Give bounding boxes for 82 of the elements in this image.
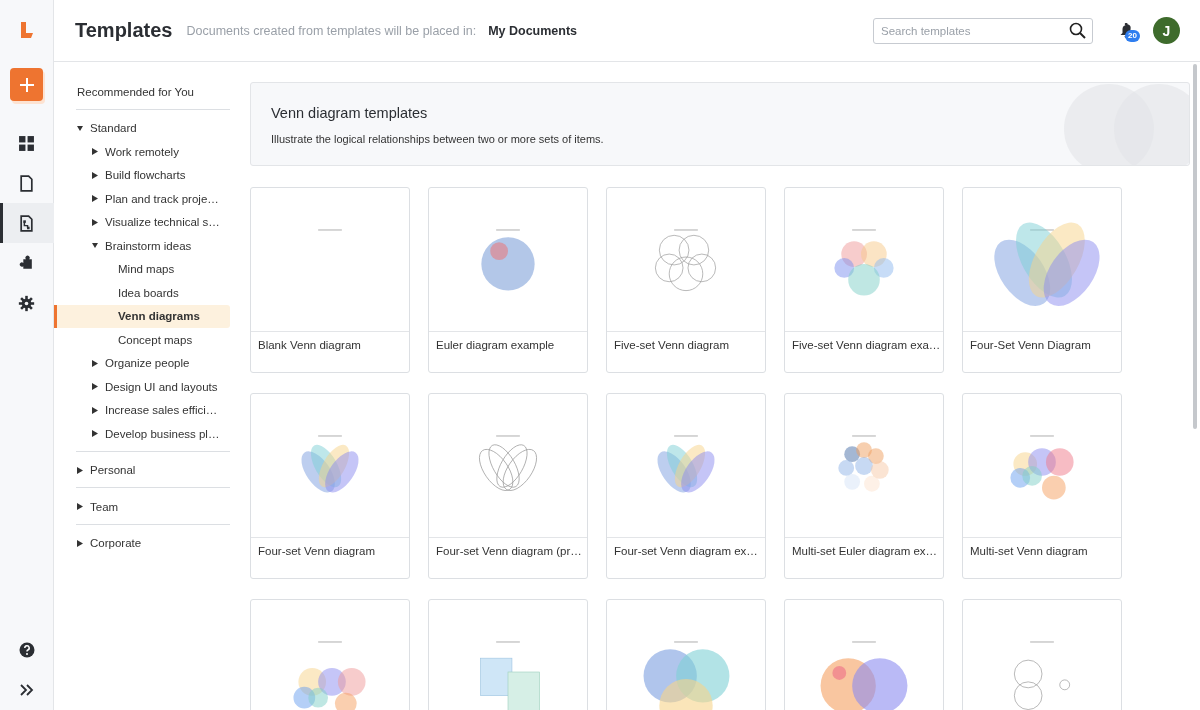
banner-title: Venn diagram templates: [271, 105, 429, 121]
banner-description: Illustrate the logical relationships between two or more sets of items.: [271, 133, 605, 145]
nav-item[interactable]: Brainstorm ideas: [105, 239, 192, 252]
nav-item[interactable]: Concept maps: [118, 333, 193, 346]
nav-item[interactable]: Idea boards: [118, 286, 179, 299]
nav-item[interactable]: Standard: [90, 122, 137, 135]
add-button[interactable]: [10, 68, 43, 101]
search-field[interactable]: Search templates: [873, 17, 1093, 44]
caret-icon: [92, 218, 98, 226]
nav-item[interactable]: Recommended for You: [77, 85, 194, 98]
template-card[interactable]: Four-set Venn diagram (pr…: [428, 393, 588, 579]
template-card[interactable]: Five-set Venn diagram: [606, 187, 766, 373]
double-chevron-icon: [19, 684, 34, 696]
venn-diagram-outline-drawing: [655, 229, 716, 291]
puzzle-icon: [18, 254, 35, 272]
location-hint: Documents created from templates will be placed in:: [186, 23, 477, 38]
plus-icon: [18, 76, 35, 93]
template-title: Five-set Venn diagram exa…: [791, 338, 942, 351]
venn-diagram-drawing: [301, 435, 359, 493]
gear-icon: [18, 294, 35, 312]
caret-icon: [77, 503, 83, 511]
template-title: Four-Set Venn Diagram: [969, 338, 1092, 351]
nav-item[interactable]: Personal: [90, 464, 136, 477]
caret-icon: [92, 171, 98, 179]
nav-item[interactable]: Corporate: [90, 537, 142, 550]
nav-item[interactable]: Increase sales effici…: [105, 404, 218, 417]
folder-name: My Documents: [488, 23, 578, 38]
template-card[interactable]: Four-set Venn diagram: [250, 393, 410, 579]
caret-icon: [77, 466, 83, 474]
template-title: Multi-set Venn diagram: [969, 544, 1089, 557]
nav-item[interactable]: Develop business pl…: [105, 427, 220, 440]
euler-diagram-drawing: [838, 435, 889, 492]
template-card[interactable]: Four-Set Venn Diagram: [962, 187, 1122, 373]
venn-diagram-outline-drawing: [1014, 641, 1070, 710]
caret-icon: [92, 430, 98, 438]
template-card[interactable]: Blank Venn diagram: [250, 187, 410, 373]
nav-item[interactable]: Mind maps: [118, 263, 175, 276]
page-title: Templates: [75, 19, 173, 42]
template-title: Multi-set Euler diagram ex…: [791, 544, 939, 557]
notification-count: 20: [1125, 29, 1140, 42]
nav-item[interactable]: Plan and track proje…: [105, 192, 219, 205]
template-card[interactable]: Five-set Venn diagram exa…: [784, 187, 944, 373]
caret-icon: [92, 195, 98, 203]
caret-icon: [92, 406, 98, 414]
help-icon: [18, 642, 35, 658]
scrollbar[interactable]: [1193, 64, 1197, 429]
caret-icon: [92, 148, 98, 156]
venn-diagram-outline-drawing: [479, 435, 537, 491]
document-icon: [18, 174, 35, 192]
template-title: Four-set Venn diagram (pr…: [435, 544, 583, 557]
nav-item[interactable]: Organize people: [105, 357, 190, 370]
template-card[interactable]: Multi-set Euler diagram ex…: [784, 393, 944, 579]
nav-item[interactable]: Visualize technical s…: [105, 216, 220, 229]
venn-diagram-drawing: [657, 435, 715, 493]
template-card[interactable]: Multi-set Venn diagram: [962, 393, 1122, 579]
venn-diagram-drawing: [834, 229, 894, 296]
euler-diagram-drawing: [481, 229, 535, 291]
nav-item[interactable]: Work remotely: [105, 145, 179, 158]
nav-item[interactable]: Build flowcharts: [105, 169, 186, 182]
template-title: Four-set Venn diagram: [257, 544, 376, 557]
caret-icon: [77, 124, 83, 132]
user-avatar[interactable]: J: [1153, 17, 1180, 44]
template-card[interactable]: Euler diagram example: [428, 187, 588, 373]
template-title: Four-set Venn diagram ex…: [613, 544, 759, 557]
nav-item[interactable]: Design UI and layouts: [105, 380, 218, 393]
caret-icon: [92, 242, 98, 250]
search-icon[interactable]: [1069, 21, 1086, 39]
grid-icon: [18, 134, 35, 152]
template-title: Euler diagram example: [435, 338, 556, 351]
template-card[interactable]: Four-set Venn diagram ex…: [606, 393, 766, 579]
caret-icon: [77, 539, 83, 547]
notifications-button[interactable]: 20: [1115, 19, 1137, 42]
caret-icon: [92, 359, 98, 367]
sidebar-nav-button[interactable]: [0, 203, 54, 243]
sticky-notes-drawing: [480, 641, 540, 710]
venn-diagram-drawing: [1010, 435, 1074, 500]
logo-icon[interactable]: [19, 22, 34, 38]
template-title: Five-set Venn diagram: [613, 338, 731, 351]
template-document-icon: [18, 214, 35, 232]
template-title: Blank Venn diagram: [257, 338, 362, 351]
nav-item[interactable]: Team: [90, 500, 119, 513]
caret-icon: [92, 383, 98, 391]
